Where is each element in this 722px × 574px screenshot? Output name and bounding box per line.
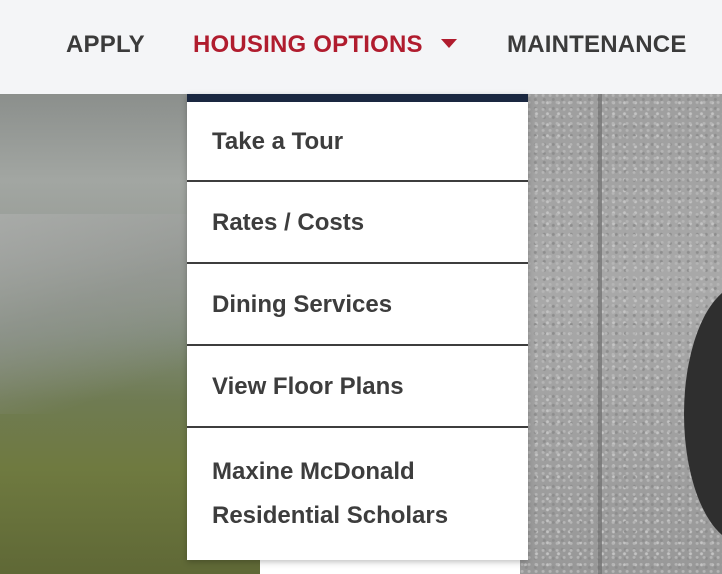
nav-housing-options-label: HOUSING OPTIONS bbox=[193, 31, 423, 58]
dropdown-item-residential-scholars[interactable]: Maxine McDonald Residential Scholars bbox=[187, 428, 528, 560]
dropdown-item-dining-services[interactable]: Dining Services bbox=[187, 264, 528, 346]
dropdown-item-view-floor-plans[interactable]: View Floor Plans bbox=[187, 346, 528, 428]
dropdown-item-take-a-tour[interactable]: Take a Tour bbox=[187, 102, 528, 182]
nav-housing-options[interactable]: HOUSING OPTIONS bbox=[193, 28, 457, 62]
caret-down-icon bbox=[440, 39, 457, 49]
dropdown-item-label-line2: Residential Scholars bbox=[212, 502, 449, 529]
dropdown-item-rates-costs[interactable]: Rates / Costs bbox=[187, 182, 528, 264]
dropdown-item-label-line1: Maxine McDonald bbox=[212, 458, 415, 485]
main-navbar: APPLY HOUSING OPTIONS MAINTENANCE bbox=[0, 0, 722, 94]
nav-maintenance[interactable]: MAINTENANCE bbox=[507, 28, 687, 62]
nav-apply[interactable]: APPLY bbox=[66, 28, 145, 62]
hero-photo-stone bbox=[520, 94, 722, 574]
housing-options-dropdown: Take a Tour Rates / Costs Dining Service… bbox=[187, 94, 528, 560]
page: APPLY HOUSING OPTIONS MAINTENANCE Take a… bbox=[0, 0, 722, 574]
hero-photo-seam bbox=[598, 94, 602, 574]
